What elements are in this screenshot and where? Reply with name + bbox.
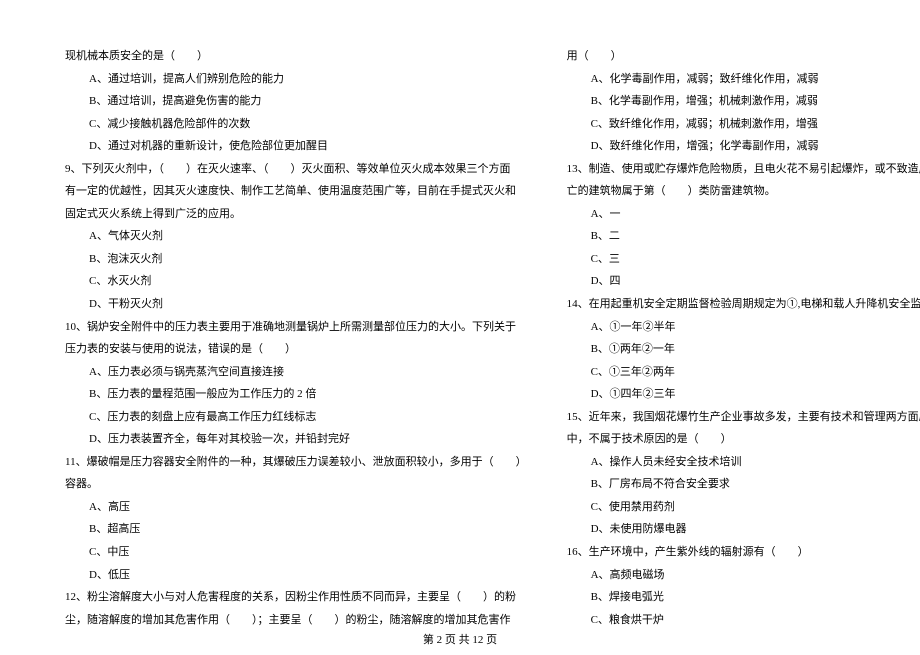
q8-option-d: D、通过对机器的重新设计，使危险部位更加醒目 — [65, 135, 527, 158]
q12-option-a: A、化学毒副作用，减弱；致纤维化作用，减弱 — [567, 68, 920, 91]
q9-option-c: C、水灭火剂 — [65, 270, 527, 293]
q9-stem-1: 9、下列灭火剂中，（ ）在灭火速率、（ ）灭火面积、等效单位灭火成本效果三个方面 — [65, 158, 527, 181]
q14-stem-1: 14、在用起重机安全定期监督检验周期规定为①,电梯和载人升降机安全监督检验周期规… — [567, 293, 920, 316]
q14-option-b: B、①两年②一年 — [567, 338, 920, 361]
q14-option-d: D、①四年②三年 — [567, 383, 920, 406]
q16-option-a: A、高频电磁场 — [567, 564, 920, 587]
q13-stem-2: 亡的建筑物属于第（ ）类防雷建筑物。 — [567, 180, 920, 203]
q15-option-c: C、使用禁用药剂 — [567, 496, 920, 519]
q11-option-b: B、超高压 — [65, 518, 527, 541]
q12-stem-cont: 用（ ） — [567, 45, 920, 68]
q15-option-a: A、操作人员未经安全技术培训 — [567, 451, 920, 474]
q13-option-c: C、三 — [567, 248, 920, 271]
q15-stem-1: 15、近年来，我国烟花爆竹生产企业事故多发，主要有技术和管理两方面原因，下列事故… — [567, 406, 920, 429]
q13-option-b: B、二 — [567, 225, 920, 248]
q10-option-c: C、压力表的刻盘上应有最高工作压力红线标志 — [65, 406, 527, 429]
page-columns: 现机械本质安全的是（ ） A、通过培训，提高人们辨别危险的能力 B、通过培训，提… — [0, 0, 920, 631]
q9-option-a: A、气体灭火剂 — [65, 225, 527, 248]
q12-stem-1: 12、粉尘溶解度大小与对人危害程度的关系，因粉尘作用性质不同而异，主要呈（ ）的… — [65, 586, 527, 609]
q11-stem-1: 11、爆破帽是压力容器安全附件的一种，其爆破压力误差较小、泄放面积较小，多用于（… — [65, 451, 527, 474]
q12-option-d: D、致纤维化作用，增强；化学毒副作用，减弱 — [567, 135, 920, 158]
q16-option-b: B、焊接电弧光 — [567, 586, 920, 609]
q14-option-c: C、①三年②两年 — [567, 361, 920, 384]
q11-option-a: A、高压 — [65, 496, 527, 519]
q8-option-b: B、通过培训，提高避免伤害的能力 — [65, 90, 527, 113]
q8-option-c: C、减少接触机器危险部件的次数 — [65, 113, 527, 136]
q12-stem-2: 尘，随溶解度的增加其危害作用（ ）；主要呈（ ）的粉尘，随溶解度的增加其危害作 — [65, 609, 527, 632]
q9-option-d: D、干粉灭火剂 — [65, 293, 527, 316]
q14-option-a: A、①一年②半年 — [567, 316, 920, 339]
q9-stem-2: 有一定的优越性，因其灭火速度快、制作工艺简单、使用温度范围广等，目前在手提式灭火… — [65, 180, 527, 203]
q8-stem-cont: 现机械本质安全的是（ ） — [65, 45, 527, 68]
q9-stem-3: 固定式灭火系统上得到广泛的应用。 — [65, 203, 527, 226]
q11-option-c: C、中压 — [65, 541, 527, 564]
q13-option-a: A、一 — [567, 203, 920, 226]
q16-option-c: C、粮食烘干炉 — [567, 609, 920, 632]
q11-stem-2: 容器。 — [65, 473, 527, 496]
q16-stem-1: 16、生产环境中，产生紫外线的辐射源有（ ） — [567, 541, 920, 564]
q12-option-c: C、致纤维化作用，减弱；机械刺激作用，增强 — [567, 113, 920, 136]
q8-option-a: A、通过培训，提高人们辨别危险的能力 — [65, 68, 527, 91]
q15-option-b: B、厂房布局不符合安全要求 — [567, 473, 920, 496]
left-column: 现机械本质安全的是（ ） A、通过培训，提高人们辨别危险的能力 B、通过培训，提… — [65, 45, 527, 631]
q10-option-d: D、压力表装置齐全，每年对其校验一次，并铅封完好 — [65, 428, 527, 451]
page-footer: 第 2 页 共 12 页 — [0, 631, 920, 655]
q10-stem-1: 10、锅炉安全附件中的压力表主要用于准确地测量锅炉上所需测量部位压力的大小。下列… — [65, 316, 527, 339]
q10-option-b: B、压力表的量程范围一般应为工作压力的 2 倍 — [65, 383, 527, 406]
q12-option-b: B、化学毒副作用，增强；机械刺激作用，减弱 — [567, 90, 920, 113]
q15-stem-2: 中，不属于技术原因的是（ ） — [567, 428, 920, 451]
q11-option-d: D、低压 — [65, 564, 527, 587]
q13-option-d: D、四 — [567, 270, 920, 293]
q13-stem-1: 13、制造、使用或贮存爆炸危险物质，且电火花不易引起爆炸，或不致造成巨大破坏和人… — [567, 158, 920, 181]
right-column: 用（ ） A、化学毒副作用，减弱；致纤维化作用，减弱 B、化学毒副作用，增强；机… — [567, 45, 920, 631]
q9-option-b: B、泡沫灭火剂 — [65, 248, 527, 271]
q15-option-d: D、未使用防爆电器 — [567, 518, 920, 541]
q10-stem-2: 压力表的安装与使用的说法，错误的是（ ） — [65, 338, 527, 361]
q10-option-a: A、压力表必须与锅壳蒸汽空间直接连接 — [65, 361, 527, 384]
